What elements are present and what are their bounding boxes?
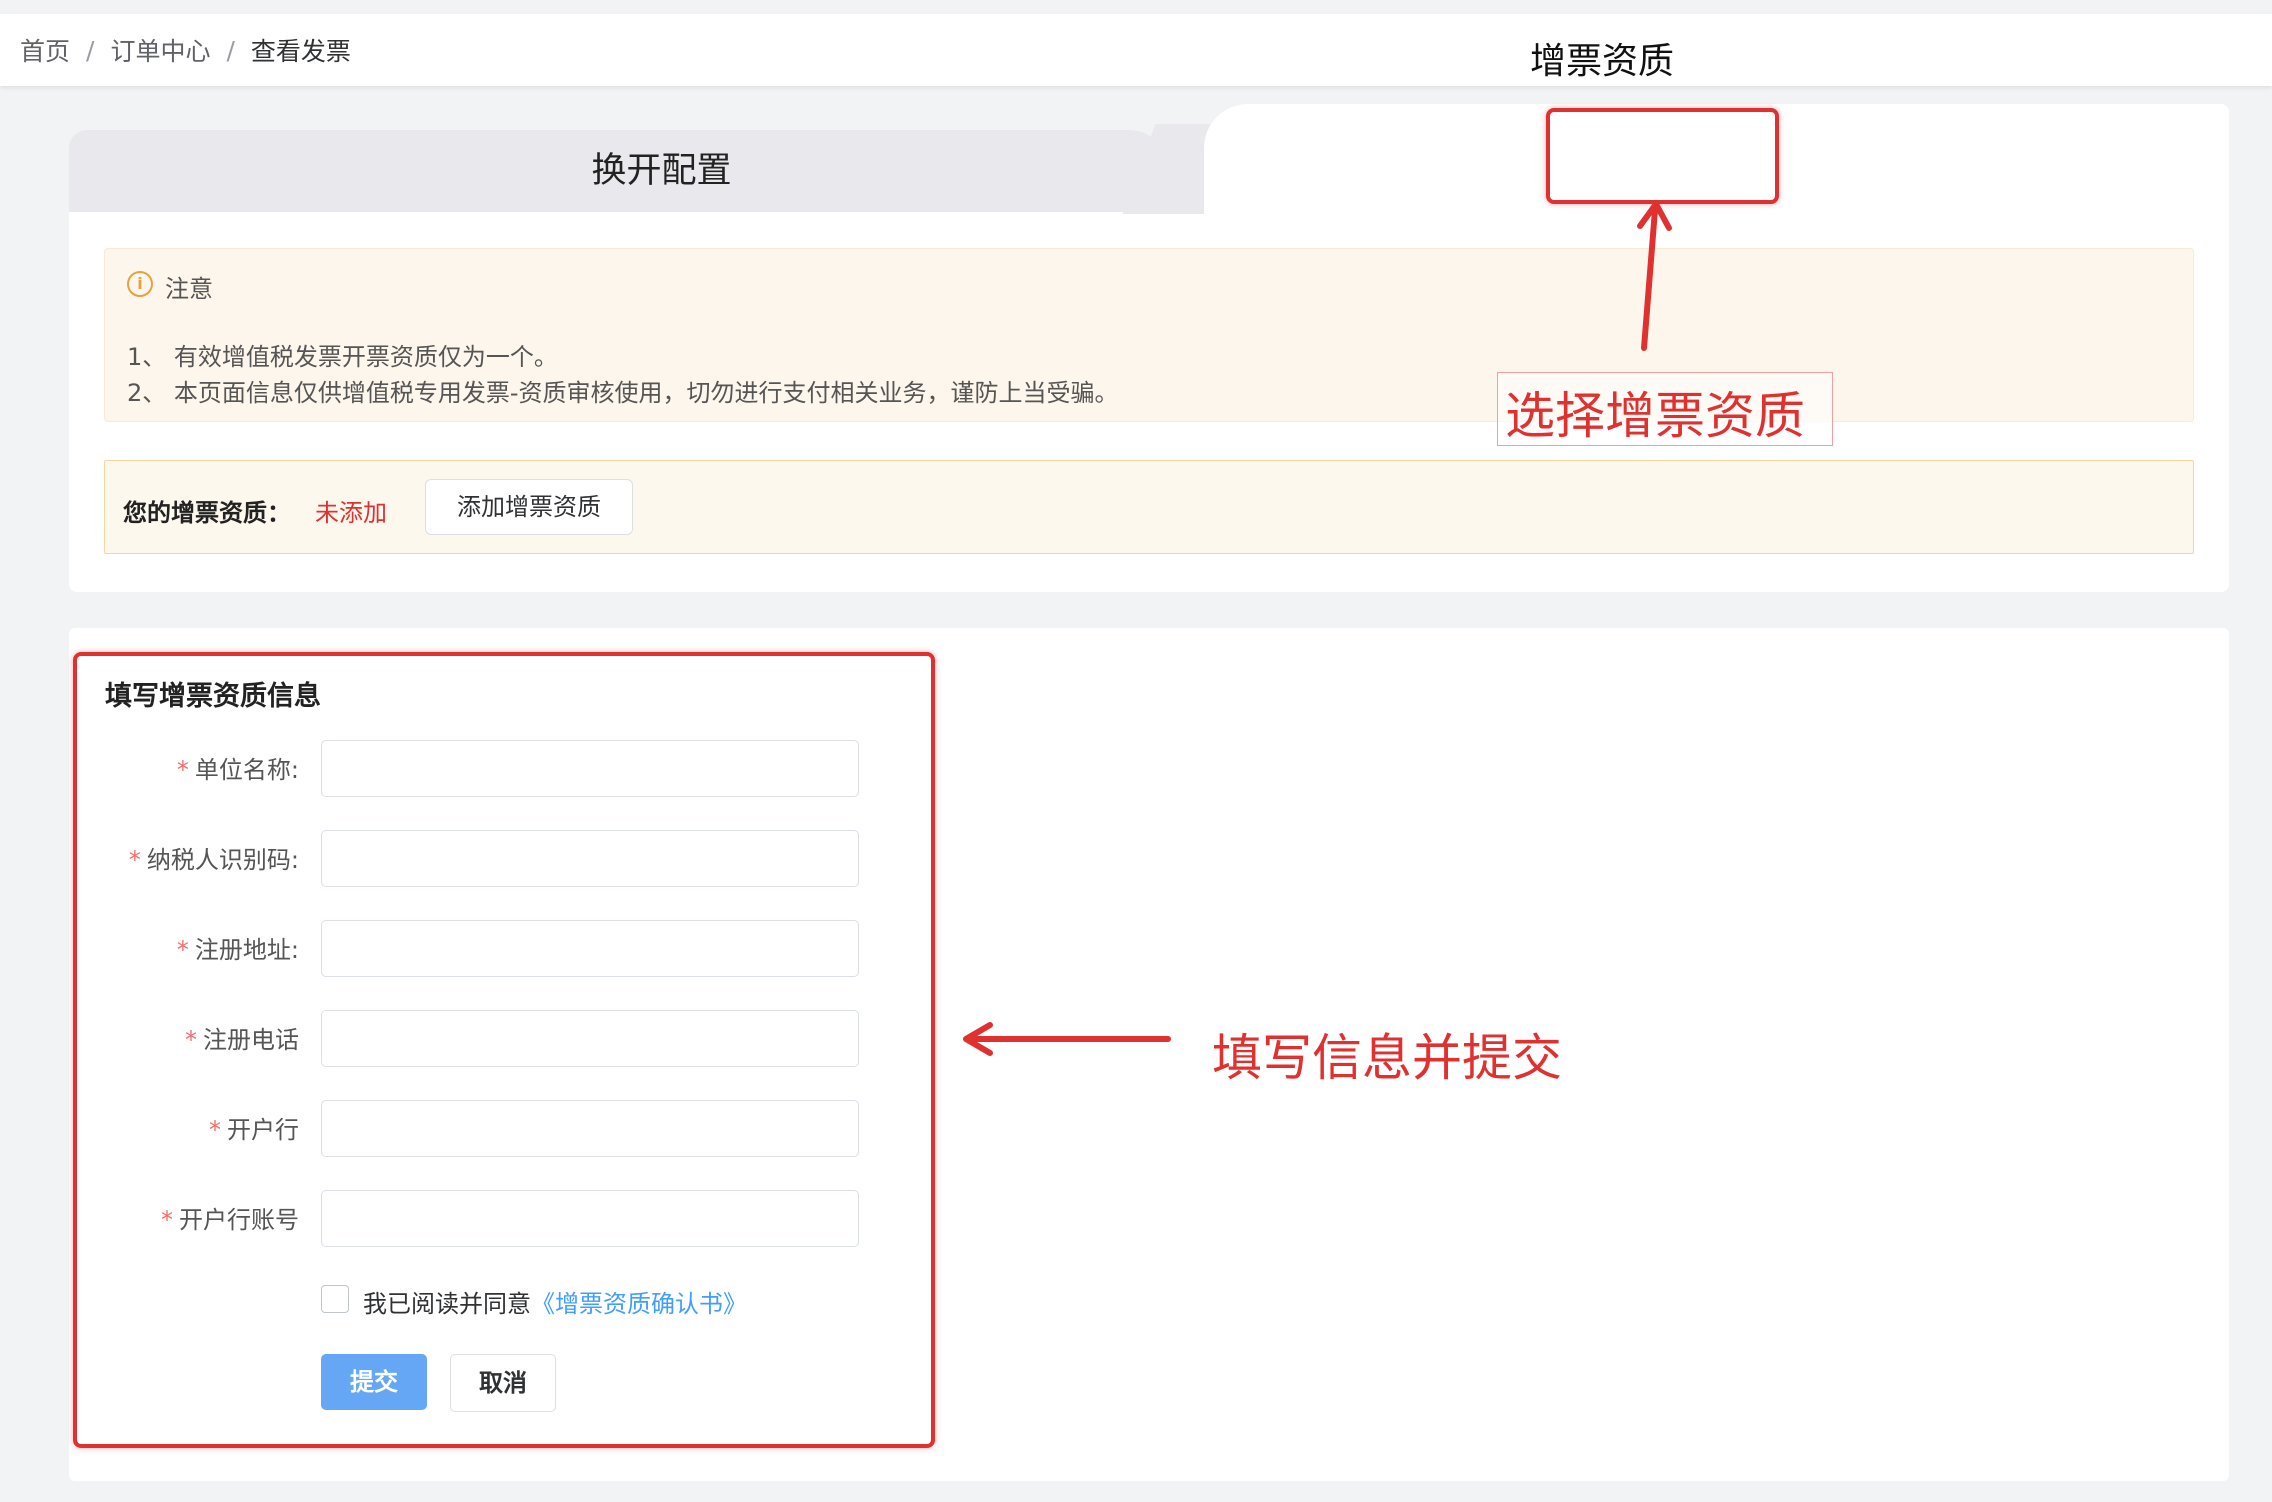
annotation-fill-and-submit: 填写信息并提交: [1212, 1029, 1562, 1087]
annotation-select-qualification: 选择增票资质: [1505, 387, 1805, 445]
annotation-arrows: [963, 201, 1672, 1056]
arrow-left-icon: [963, 1022, 1171, 1056]
arrow-up-icon: [1637, 201, 1672, 351]
